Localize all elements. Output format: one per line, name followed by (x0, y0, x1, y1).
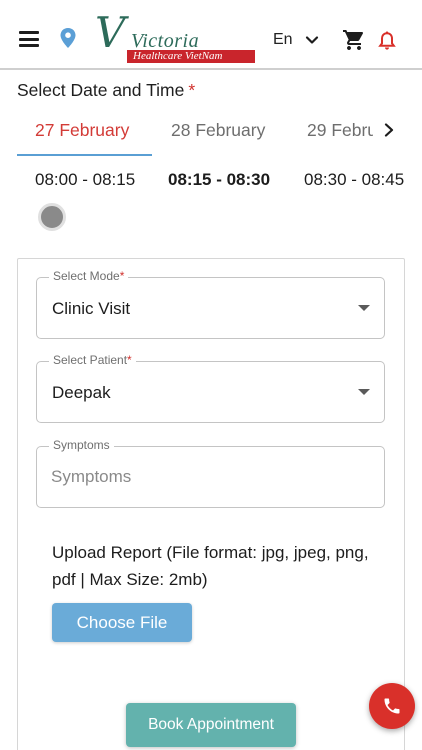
app-header: V Victoria Healthcare VietNam En (0, 0, 422, 70)
required-mark: * (188, 80, 196, 100)
book-appointment-button[interactable]: Book Appointment (126, 703, 296, 747)
slot-radio-button[interactable] (38, 203, 66, 231)
logo-subtitle: Healthcare VietNam (127, 50, 255, 63)
phone-icon (384, 698, 400, 714)
required-mark: * (119, 269, 125, 283)
hamburger-menu-icon[interactable] (19, 31, 39, 47)
symptoms-field: Symptoms (36, 438, 385, 508)
select-mode-label-text: Select Mode (53, 269, 120, 283)
upload-report-instructions: Upload Report (File format: jpg, jpeg, p… (52, 543, 369, 589)
active-tab-indicator (17, 154, 152, 156)
dropdown-arrow-icon (358, 389, 370, 395)
bell-icon[interactable] (378, 31, 396, 51)
time-slots: 08:00 - 08:15 08:15 - 08:30 08:30 - 08:4… (0, 170, 422, 194)
call-button[interactable] (369, 683, 415, 729)
choose-file-button[interactable]: Choose File (52, 603, 192, 642)
tab-date-28-february[interactable]: 28 February (171, 120, 265, 141)
tab-date-27-february[interactable]: 27 February (35, 120, 129, 141)
chevron-right-icon[interactable] (382, 122, 396, 138)
select-patient-label: Select Patient* (49, 353, 136, 367)
tab-date-29-february[interactable]: 29 February (307, 120, 373, 141)
time-slot-selected[interactable]: 08:15 - 08:30 (168, 170, 270, 190)
select-patient-value: Deepak (52, 383, 111, 402)
symptoms-input[interactable] (51, 467, 371, 487)
time-slot[interactable]: 08:30 - 08:45 (304, 170, 406, 190)
select-patient-label-text: Select Patient (53, 353, 128, 367)
select-mode-label: Select Mode* (49, 269, 129, 283)
date-time-heading-text: Select Date and Time (17, 80, 185, 100)
location-pin-icon[interactable] (59, 27, 77, 49)
dropdown-arrow-icon (358, 305, 370, 311)
shopping-cart-icon[interactable] (342, 28, 366, 52)
select-mode-value: Clinic Visit (52, 299, 131, 318)
date-time-heading: Select Date and Time * (17, 80, 195, 101)
select-mode-dropdown[interactable]: Select Mode* Clinic Visit (36, 269, 385, 339)
date-tabs: 27 February 28 February 29 February (0, 108, 422, 158)
chevron-down-icon[interactable] (305, 33, 319, 47)
language-selector[interactable]: En (273, 31, 293, 49)
select-patient-dropdown[interactable]: Select Patient* Deepak (36, 353, 385, 423)
required-mark: * (127, 353, 132, 367)
logo-monogram: V (95, 8, 126, 57)
symptoms-label: Symptoms (49, 438, 114, 452)
time-slot[interactable]: 08:00 - 08:15 (35, 170, 135, 190)
victoria-logo[interactable]: V Victoria Healthcare VietNam (93, 8, 259, 64)
